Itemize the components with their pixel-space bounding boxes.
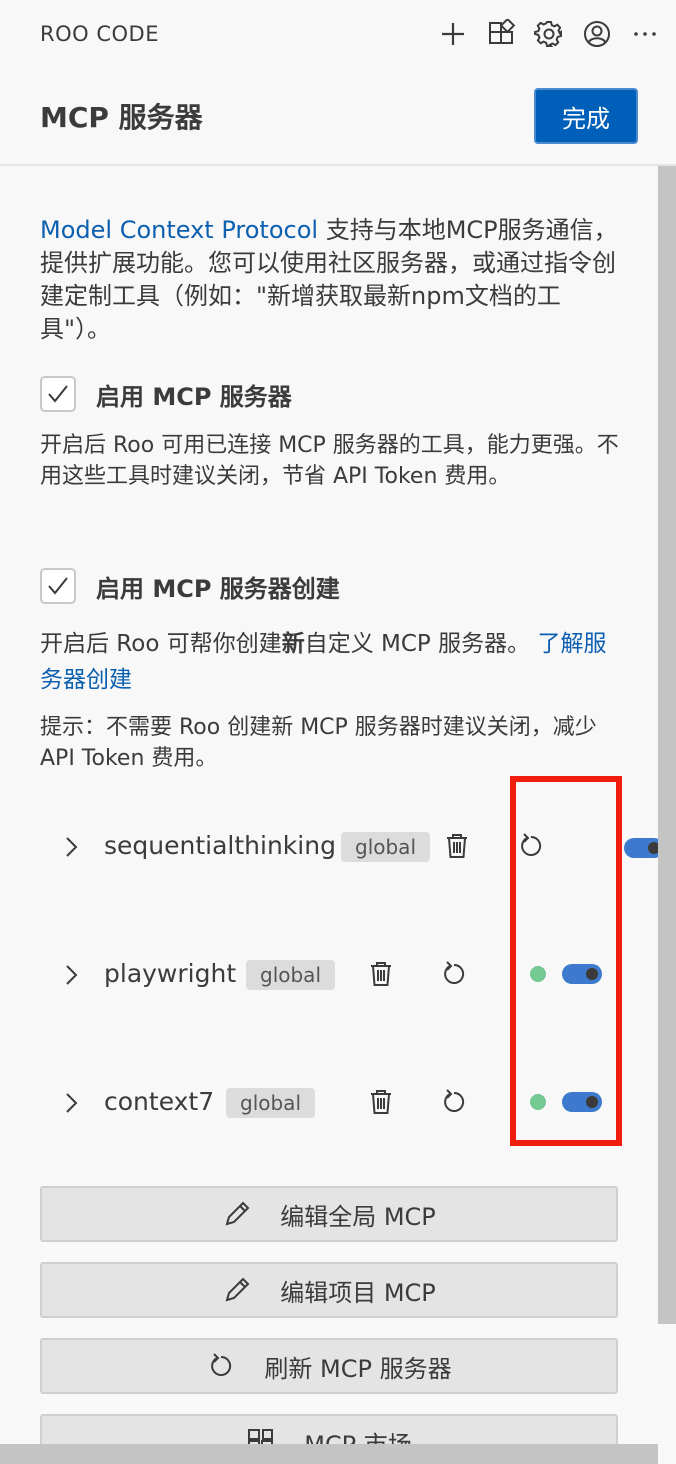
chevron-right-icon[interactable]: [56, 1090, 86, 1116]
pencil-icon: [225, 1277, 250, 1302]
highlight-annotation: [510, 776, 622, 1146]
page-title: MCP 服务器: [40, 101, 203, 134]
edit-global-mcp-button[interactable]: 编辑全局 MCP: [40, 1186, 618, 1242]
mcp-docs-link[interactable]: Model Context Protocol: [40, 216, 318, 244]
creation-desc-bold: 新: [281, 631, 305, 657]
refresh-icon[interactable]: [439, 1087, 469, 1117]
enable-creation-label: 启用 MCP 服务器创建: [96, 574, 340, 603]
creation-desc-pre: 开启后 Roo 可帮你创建: [40, 631, 282, 657]
scope-badge: global: [246, 960, 335, 990]
vertical-scrollbar[interactable]: [658, 166, 676, 1324]
refresh-icon[interactable]: [439, 959, 469, 989]
view-header: MCP 服务器 完成: [0, 68, 676, 166]
pencil-icon: [225, 1201, 250, 1226]
enable-mcp-row[interactable]: 启用 MCP 服务器: [40, 376, 292, 412]
panel-actions: [436, 12, 662, 56]
extensions-icon[interactable]: [484, 12, 518, 56]
trash-icon[interactable]: [442, 831, 472, 861]
checkmark-icon: [48, 385, 68, 403]
refresh-mcp-button[interactable]: 刷新 MCP 服务器: [40, 1338, 618, 1394]
enable-mcp-label: 启用 MCP 服务器: [96, 382, 292, 411]
horizontal-scrollbar[interactable]: [0, 1444, 658, 1464]
server-name: playwright: [104, 959, 237, 988]
plus-icon[interactable]: [436, 12, 470, 56]
intro-text: Model Context Protocol 支持与本地MCP服务通信，提供扩展…: [40, 214, 620, 346]
enable-creation-row[interactable]: 启用 MCP 服务器创建: [40, 568, 340, 604]
trash-icon[interactable]: [366, 959, 396, 989]
trash-icon[interactable]: [366, 1087, 396, 1117]
enable-creation-checkbox[interactable]: [40, 568, 76, 604]
more-icon[interactable]: [628, 12, 662, 56]
panel-title: ROO CODE: [40, 22, 159, 46]
creation-tip: 提示：不需要 Roo 创建新 MCP 服务器时建议关闭，减少 API Token…: [40, 715, 597, 771]
chevron-right-icon[interactable]: [56, 834, 86, 860]
done-button[interactable]: 完成: [534, 88, 638, 144]
server-name: context7: [104, 1087, 215, 1116]
edit-project-mcp-button[interactable]: 编辑项目 MCP: [40, 1262, 618, 1318]
scope-badge: global: [226, 1088, 315, 1118]
enable-creation-description: 开启后 Roo 可帮你创建新自定义 MCP 服务器。 了解服务器创建: [40, 626, 620, 698]
refresh-icon: [211, 1353, 232, 1376]
enable-mcp-description: 开启后 Roo 可用已连接 MCP 服务器的工具，能力更强。不用这些工具时建议关…: [40, 433, 619, 489]
edit-project-label: 编辑项目 MCP: [280, 1278, 436, 1307]
edit-global-label: 编辑全局 MCP: [280, 1202, 436, 1231]
creation-desc-post: 自定义 MCP 服务器。: [304, 631, 538, 657]
refresh-label: 刷新 MCP 服务器: [264, 1354, 452, 1383]
account-icon[interactable]: [580, 12, 614, 56]
gear-icon[interactable]: [532, 12, 566, 56]
enable-mcp-checkbox[interactable]: [40, 376, 76, 412]
scope-badge: global: [341, 832, 430, 862]
chevron-right-icon[interactable]: [56, 962, 86, 988]
server-name: sequentialthinking: [104, 831, 336, 860]
checkmark-icon: [48, 577, 68, 595]
